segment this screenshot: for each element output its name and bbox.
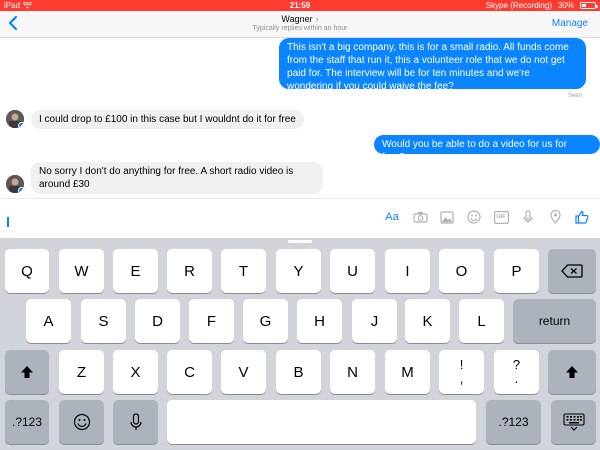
- message-composer[interactable]: Aa GIF: [0, 198, 600, 239]
- key-o[interactable]: O: [439, 249, 484, 293]
- composer-toolbar: Aa GIF: [383, 209, 590, 225]
- key-z[interactable]: Z: [59, 350, 104, 394]
- battery-icon: [580, 2, 598, 9]
- exclaim-char: !: [459, 357, 464, 372]
- space-bar[interactable]: [167, 400, 476, 444]
- contact-name: Wagner: [281, 14, 313, 24]
- message-thread: This isn't a big company, this is for a …: [0, 38, 600, 198]
- microphone-icon[interactable]: [520, 209, 536, 225]
- photo-icon[interactable]: [439, 209, 455, 225]
- dictation-key[interactable]: [113, 400, 158, 444]
- text-cursor: [7, 217, 9, 227]
- question-char: ?: [512, 357, 521, 372]
- key-b[interactable]: B: [276, 350, 321, 394]
- reply-time-subtitle: Typically replies within an hour: [252, 25, 348, 32]
- key-g[interactable]: G: [243, 299, 288, 343]
- gif-icon[interactable]: GIF: [493, 209, 509, 225]
- period-char: .: [514, 371, 519, 386]
- onscreen-keyboard: Q W E R T Y U I O P A S D F G H J K L re…: [0, 238, 600, 450]
- battery-percent: 30%: [557, 1, 574, 10]
- key-l[interactable]: L: [459, 299, 504, 343]
- key-question-period[interactable]: ? .: [494, 350, 539, 394]
- key-m[interactable]: M: [385, 350, 430, 394]
- backspace-icon: [561, 264, 583, 278]
- key-p[interactable]: P: [494, 249, 539, 293]
- key-h[interactable]: H: [297, 299, 342, 343]
- key-u[interactable]: U: [330, 249, 375, 293]
- numbers-key-right[interactable]: .?123: [486, 400, 541, 444]
- key-y[interactable]: Y: [276, 249, 321, 293]
- key-c[interactable]: C: [167, 350, 212, 394]
- key-t[interactable]: T: [221, 249, 266, 293]
- microphone-icon: [129, 413, 142, 430]
- comma-char: ,: [459, 371, 464, 386]
- key-exclaim-comma[interactable]: ! ,: [439, 350, 484, 394]
- messenger-badge-icon: [18, 187, 24, 193]
- key-k[interactable]: K: [405, 299, 450, 343]
- manage-button[interactable]: Manage: [552, 18, 588, 29]
- key-a[interactable]: A: [26, 299, 71, 343]
- message-bubble-outgoing[interactable]: This isn't a big company, this is for a …: [279, 38, 586, 92]
- contact-avatar[interactable]: [6, 175, 24, 193]
- chevron-right-icon: ›: [315, 14, 319, 24]
- hide-keyboard-key[interactable]: [551, 400, 596, 444]
- shift-key-right[interactable]: [548, 350, 596, 394]
- contact-name-button[interactable]: Wagner ›: [0, 14, 600, 24]
- keyboard-dismiss-icon: [562, 413, 585, 431]
- location-icon[interactable]: [547, 209, 563, 225]
- key-s[interactable]: S: [81, 299, 126, 343]
- key-r[interactable]: R: [167, 249, 212, 293]
- keyboard-handle: [288, 240, 312, 243]
- contact-avatar[interactable]: [6, 110, 24, 128]
- recording-indicator: Skype (Recording): [485, 1, 552, 10]
- shift-key[interactable]: [5, 350, 49, 394]
- emoji-icon: [73, 413, 90, 431]
- thumbs-up-icon[interactable]: [574, 209, 590, 225]
- backspace-key[interactable]: [548, 249, 596, 293]
- aa-text-button[interactable]: Aa: [383, 209, 401, 225]
- numbers-key-left[interactable]: .?123: [5, 400, 49, 444]
- key-e[interactable]: E: [113, 249, 158, 293]
- message-bubble-incoming[interactable]: I could drop to £100 in this case but I …: [31, 110, 304, 129]
- key-d[interactable]: D: [135, 299, 180, 343]
- key-f[interactable]: F: [189, 299, 234, 343]
- conversation-header: Wagner › Typically replies within an hour…: [0, 11, 600, 38]
- shift-arrow-icon: [21, 366, 33, 378]
- key-q[interactable]: Q: [5, 249, 49, 293]
- key-j[interactable]: J: [352, 299, 397, 343]
- gif-label: GIF: [496, 214, 506, 220]
- message-bubble-outgoing[interactable]: Would you be able to do a video for us f…: [374, 135, 600, 163]
- key-w[interactable]: W: [59, 249, 104, 293]
- message-bubble-incoming[interactable]: No sorry I don't do anything for free. A…: [31, 162, 323, 194]
- key-v[interactable]: V: [221, 350, 266, 394]
- messenger-badge-icon: [18, 122, 24, 128]
- key-n[interactable]: N: [330, 350, 375, 394]
- return-key[interactable]: return: [513, 299, 596, 343]
- key-i[interactable]: I: [385, 249, 430, 293]
- emoji-icon[interactable]: [466, 209, 482, 225]
- shift-arrow-icon: [566, 366, 578, 378]
- emoji-key[interactable]: [59, 400, 104, 444]
- status-bar: iPad 21:59 Skype (Recording) 30%: [0, 0, 600, 11]
- key-x[interactable]: X: [113, 350, 158, 394]
- seen-label: Seen: [567, 93, 582, 99]
- camera-icon[interactable]: [412, 209, 428, 225]
